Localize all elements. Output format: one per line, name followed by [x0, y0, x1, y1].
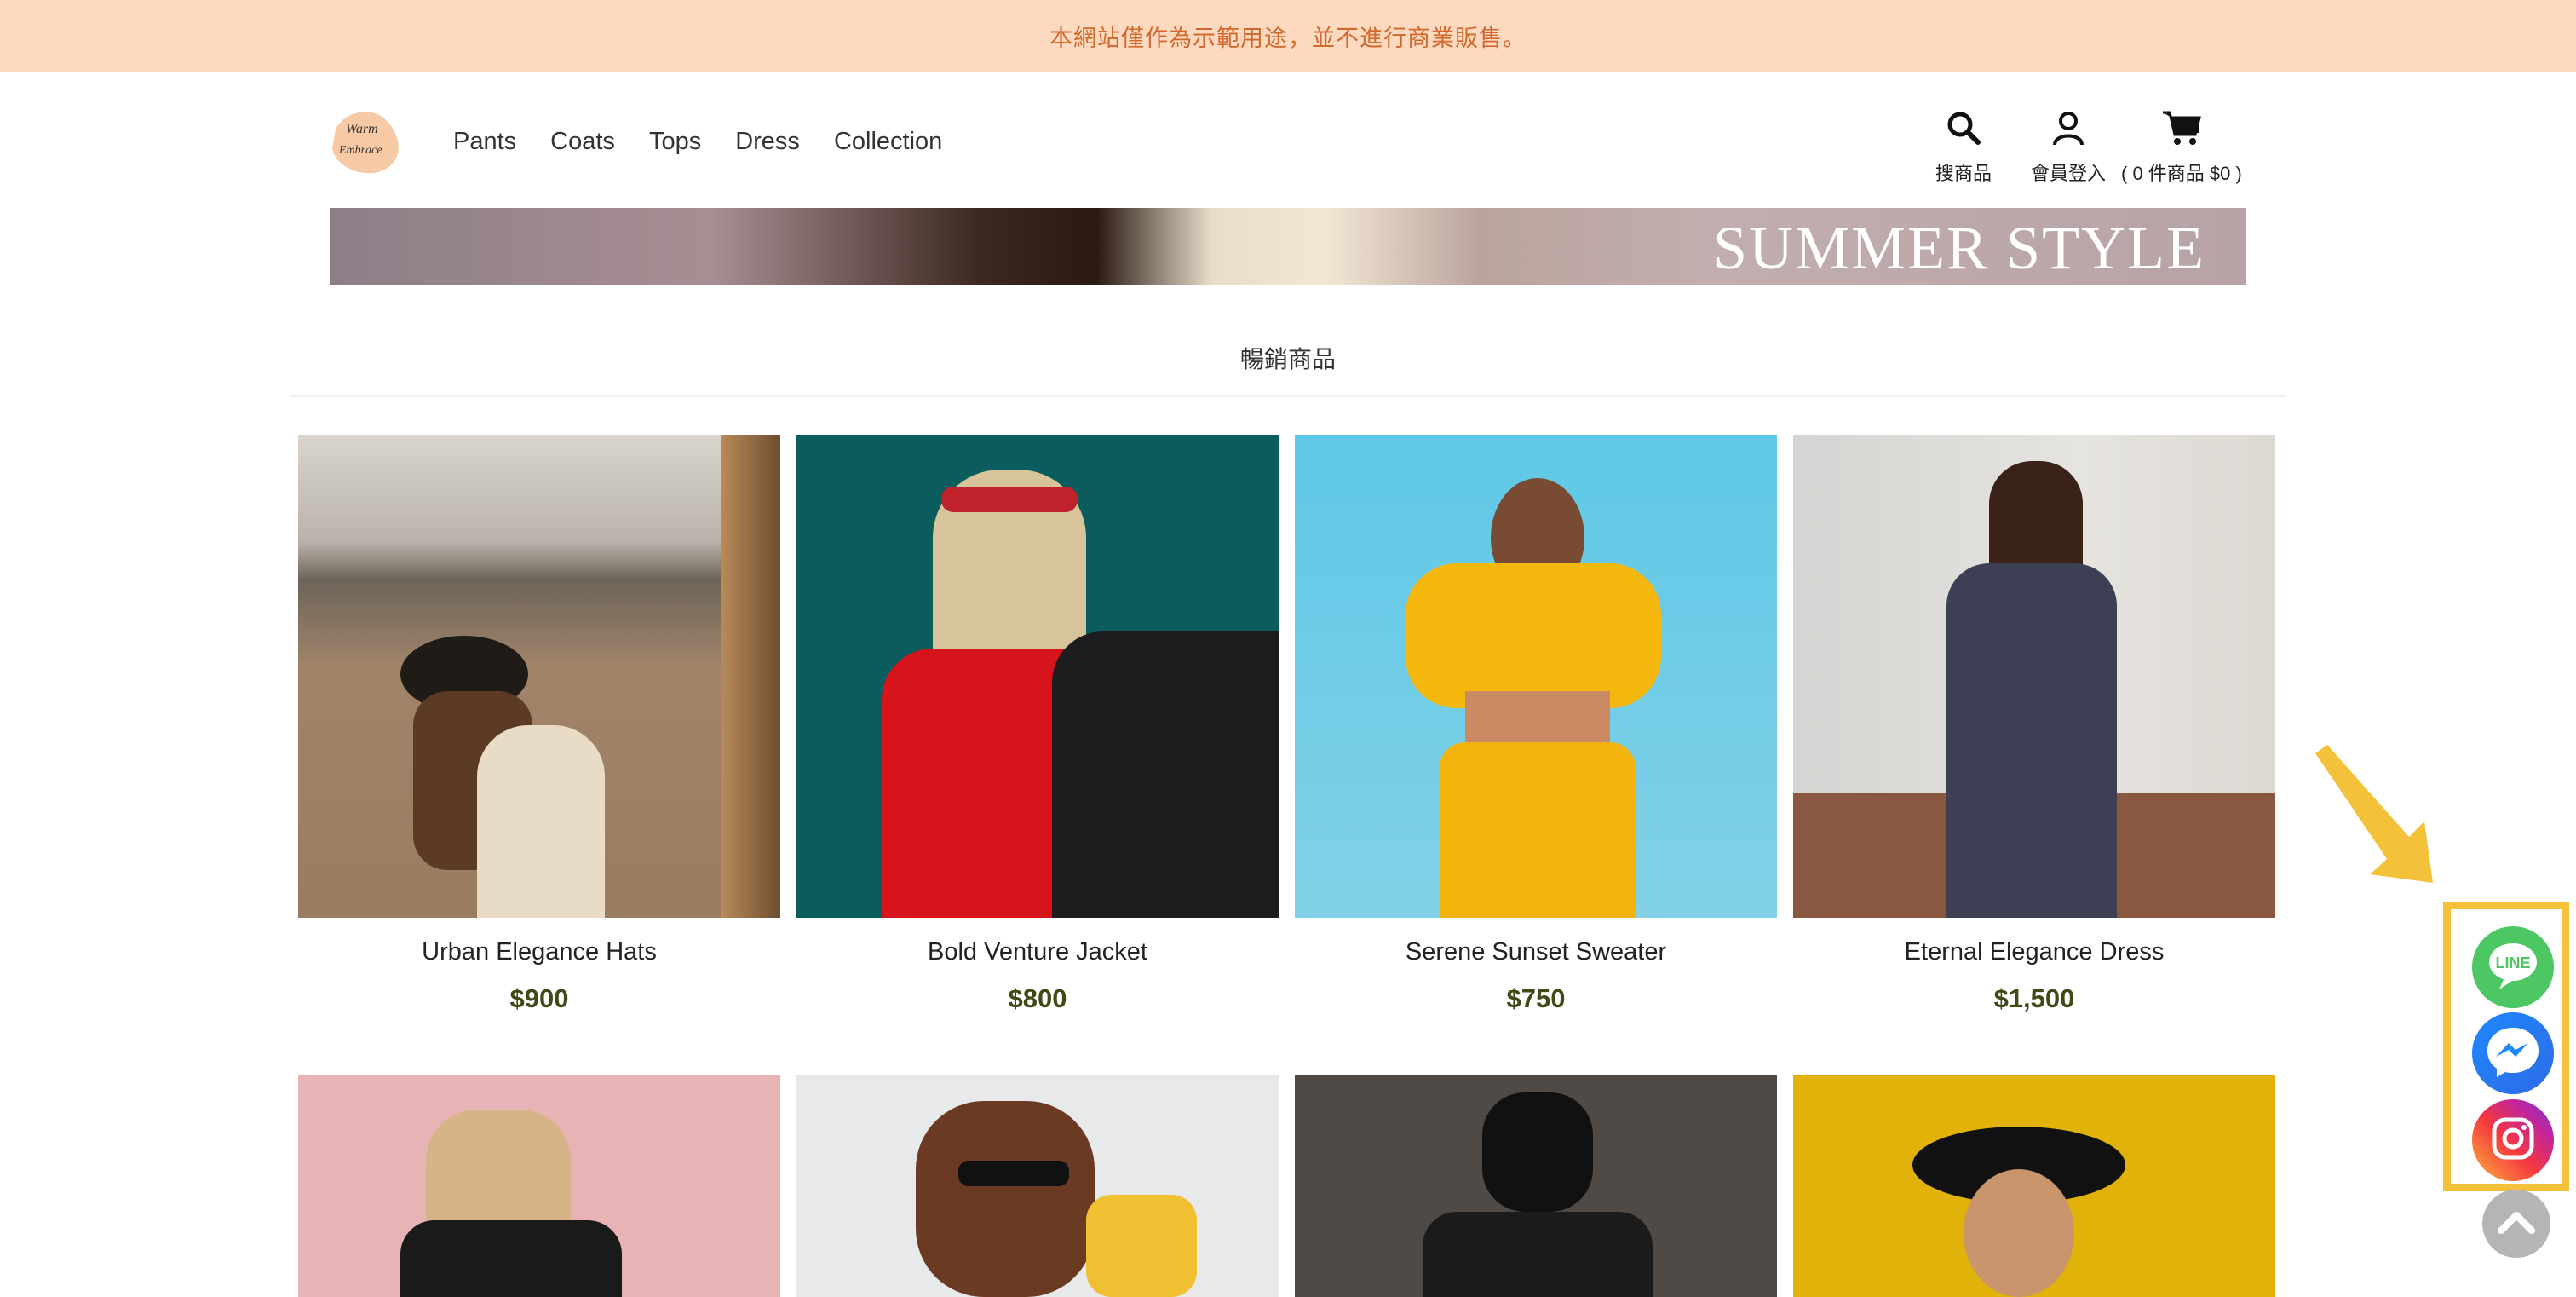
svg-text:Warm: Warm [346, 122, 378, 136]
line-button[interactable]: LINE [2472, 926, 2554, 1008]
product-price: $1,500 [1993, 983, 2075, 1013]
search-icon [1945, 109, 1982, 159]
announcement-bar: 本網站僅作為示範用途，並不進行商業販售。 [0, 0, 2576, 72]
svg-text:Embrace: Embrace [338, 144, 382, 157]
messenger-icon [2482, 1021, 2544, 1087]
product-price: $900 [509, 983, 569, 1013]
nav-coats[interactable]: Coats [550, 128, 615, 156]
product-name[interactable]: Urban Elegance Hats [298, 938, 780, 966]
product-name[interactable]: Bold Venture Jacket [796, 938, 1279, 966]
instagram-icon [2487, 1113, 2539, 1168]
product-image[interactable] [1793, 435, 2275, 918]
product-card[interactable]: Bold Venture Jacket $800 [796, 435, 1279, 1014]
section-divider [290, 395, 2286, 397]
product-price: $750 [1506, 983, 1566, 1013]
instagram-button[interactable] [2472, 1099, 2554, 1181]
product-card[interactable]: Serene Sunset Sweater $750 [1295, 435, 1777, 1014]
nav-pants[interactable]: Pants [453, 128, 516, 156]
site-header: Warm Embrace Pants Coats Tops Dress Coll… [0, 72, 2576, 208]
search-button[interactable]: 搜商品 [1935, 109, 1992, 186]
messenger-button[interactable] [2472, 1012, 2554, 1094]
product-card[interactable]: Eternal Elegance Dress $1,500 [1793, 435, 2275, 1014]
main-nav: Pants Coats Tops Dress Collection [453, 128, 976, 156]
product-card[interactable] [1295, 1075, 1777, 1297]
nav-collection[interactable]: Collection [834, 128, 942, 156]
product-image[interactable] [1295, 435, 1777, 918]
cart-label: ( 0 件商品 $0 ) [2121, 163, 2242, 184]
line-icon: LINE [2482, 935, 2544, 1000]
product-image[interactable] [298, 435, 780, 918]
arrow-annotation-icon [2309, 743, 2436, 892]
account-button[interactable]: 會員登入 [2031, 109, 2106, 186]
back-to-top-button[interactable] [2482, 1190, 2550, 1258]
account-label: 會員登入 [2031, 163, 2107, 184]
user-icon [2050, 109, 2087, 159]
cart-button[interactable]: ( 0 件商品 $0 ) [2121, 109, 2242, 186]
product-card[interactable] [1793, 1075, 2275, 1297]
section-title: 暢銷商品 [1239, 346, 1336, 372]
product-name[interactable]: Eternal Elegance Dress [1793, 938, 2275, 966]
hero-banner[interactable]: SUMMER STYLE [330, 208, 2246, 285]
svg-text:LINE: LINE [2495, 954, 2530, 971]
cart-icon [2161, 109, 2202, 159]
product-card[interactable]: Urban Elegance Hats $900 [298, 435, 780, 1014]
search-label: 搜商品 [1935, 163, 1992, 184]
product-image[interactable] [796, 435, 1279, 918]
banner-text: SUMMER STYLE [1712, 214, 2205, 282]
nav-dress[interactable]: Dress [735, 128, 800, 156]
product-price: $800 [1008, 983, 1067, 1013]
site-logo[interactable]: Warm Embrace [327, 104, 409, 177]
announcement-text: 本網站僅作為示範用途，並不進行商業販售。 [1049, 25, 1527, 51]
chevron-up-icon [2496, 1207, 2537, 1242]
product-card[interactable] [796, 1075, 1279, 1297]
nav-tops[interactable]: Tops [649, 128, 701, 156]
product-card[interactable] [298, 1075, 780, 1297]
product-name[interactable]: Serene Sunset Sweater [1295, 938, 1777, 966]
